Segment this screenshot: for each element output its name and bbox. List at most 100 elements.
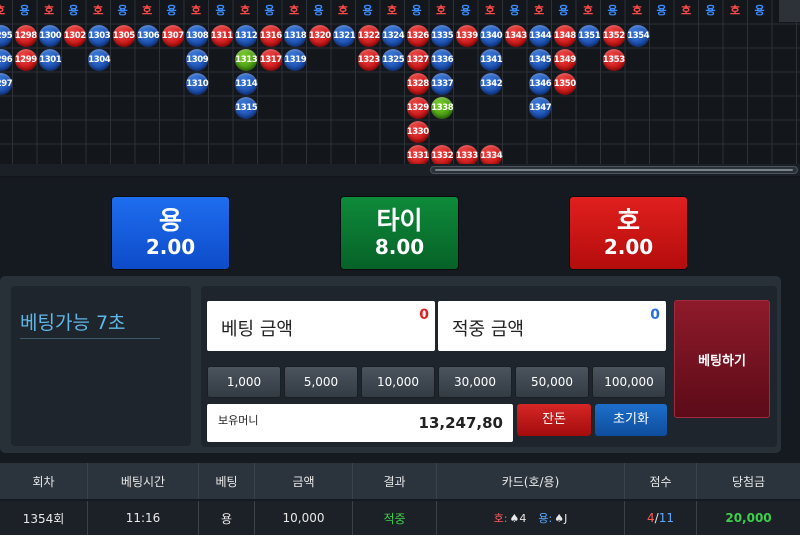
- balance-label: 보유머니: [218, 414, 259, 427]
- bet-tiger-odds: 2.00: [603, 235, 654, 259]
- change-button[interactable]: 잔돈: [517, 404, 591, 436]
- chip-50000-button[interactable]: 50,000: [515, 366, 589, 398]
- road-header-6: 호: [141, 4, 153, 17]
- road-header-8: 호: [190, 4, 202, 17]
- bead-1320: 1320: [308, 25, 331, 47]
- bead-1316: 1316: [259, 25, 282, 47]
- chip-100000-button[interactable]: 100,000: [592, 366, 666, 398]
- card-dragon-label: 용:: [538, 512, 553, 525]
- road-header-31: 용: [754, 4, 765, 17]
- table-header: 회차 베팅시간 베팅 금액 결과 카드(호/용) 점수 당첨금: [0, 463, 800, 499]
- cell-result: 적중: [353, 501, 437, 535]
- bead-1329: 1329: [406, 97, 429, 119]
- chip-1000-button[interactable]: 1,000: [207, 366, 281, 398]
- cell-cards: 호: ♠4 용: ♠J: [437, 501, 625, 535]
- road-header-5: 용: [117, 4, 128, 17]
- chip-30000-button[interactable]: 30,000: [438, 366, 512, 398]
- cell-amount: 10,000: [255, 501, 353, 535]
- bet-dragon-name: 용: [158, 206, 182, 235]
- road-header-20: 호: [484, 4, 496, 17]
- cell-payout: 20,000: [725, 511, 772, 525]
- betting-panel: 베팅가능 7초 베팅 금액 0 적중 금액 0 베팅하기 1,000 5,000…: [0, 276, 781, 453]
- bet-dragon-odds: 2.00: [145, 235, 196, 259]
- road-header-18: 호: [435, 4, 447, 17]
- card-tiger-label: 호:: [493, 512, 508, 525]
- bead-1326: 1326: [406, 25, 429, 47]
- bead-1299: 1299: [14, 49, 37, 71]
- bead-1348: 1348: [553, 25, 576, 47]
- bead-1343: 1343: [504, 25, 527, 47]
- cell-round: 1354회: [0, 501, 88, 535]
- place-bet-button[interactable]: 베팅하기: [674, 300, 770, 418]
- road-header-15: 용: [362, 4, 373, 17]
- road-vertical-scrollbar[interactable]: [779, 0, 800, 22]
- bead-1349: 1349: [553, 49, 576, 71]
- table-row[interactable]: 1354회 11:16 용 10,000 적중 호: ♠4 용: ♠J 4 / …: [0, 501, 800, 535]
- header-result: 결과: [353, 463, 437, 499]
- bet-amount-value: 0: [419, 307, 429, 323]
- header-round: 회차: [0, 463, 88, 499]
- bead-1305: 1305: [112, 25, 135, 47]
- road-header-24: 호: [582, 4, 594, 17]
- road-header-9: 용: [215, 4, 226, 17]
- bet-history-table: 회차 베팅시간 베팅 금액 결과 카드(호/용) 점수 당첨금 1354회 11…: [0, 463, 800, 535]
- header-score: 점수: [625, 463, 697, 499]
- betting-timer: 베팅가능 7초: [20, 312, 126, 334]
- bead-1328: 1328: [406, 73, 429, 95]
- chip-5000-button[interactable]: 5,000: [284, 366, 358, 398]
- cell-time: 11:16: [88, 501, 199, 535]
- bead-1307: 1307: [161, 25, 184, 47]
- header-cards: 카드(호/용): [437, 463, 625, 499]
- reset-button[interactable]: 초기화: [595, 404, 667, 436]
- road-header-13: 용: [313, 4, 324, 17]
- road-header-25: 용: [607, 4, 618, 17]
- header-amount: 금액: [255, 463, 353, 499]
- road-header-16: 호: [386, 4, 398, 17]
- score-tiger: 4: [647, 511, 655, 525]
- bet-tiger-button[interactable]: 호 2.00: [570, 197, 687, 269]
- cell-score: 4 / 11: [625, 501, 697, 535]
- bet-tie-odds: 8.00: [374, 235, 425, 259]
- road-header-1: 용: [19, 4, 30, 17]
- road-header-23: 용: [558, 4, 569, 17]
- balance-display: 보유머니 13,247,80: [207, 404, 513, 442]
- road-horizontal-scrollbar[interactable]: [0, 164, 800, 176]
- win-amount-field: 적중 금액 0: [438, 301, 666, 351]
- road-header-30: 호: [729, 4, 741, 17]
- bead-1327: 1327: [406, 49, 429, 71]
- timer-divider: [20, 338, 160, 339]
- road-header-22: 호: [533, 4, 545, 17]
- bet-amount-label: 베팅 금액: [221, 319, 293, 340]
- road-header-28: 호: [680, 4, 692, 17]
- timer-box: 베팅가능 7초: [11, 286, 191, 446]
- chip-10000-button[interactable]: 10,000: [361, 366, 435, 398]
- bead-1311: 1311: [210, 25, 233, 47]
- cell-bet: 용: [199, 501, 255, 535]
- bet-form: 베팅 금액 0 적중 금액 0 베팅하기 1,000 5,000 10,000 …: [201, 286, 777, 447]
- card-tiger-value: ♠4: [509, 511, 527, 525]
- bet-tie-button[interactable]: 타이 8.00: [341, 197, 458, 269]
- road-header-7: 용: [166, 4, 177, 17]
- bet-tie-name: 타이: [376, 206, 423, 235]
- road-header-17: 용: [411, 4, 422, 17]
- bead-1350: 1350: [553, 73, 576, 95]
- bet-amount-field[interactable]: 베팅 금액 0: [207, 301, 435, 351]
- road-header-21: 용: [509, 4, 520, 17]
- scroll-track[interactable]: [430, 166, 798, 174]
- bead-1352: 1352: [602, 25, 625, 47]
- card-dragon-value: ♠J: [554, 511, 568, 525]
- bead-1353: 1353: [602, 49, 625, 71]
- balance-value: 13,247,80: [418, 414, 503, 432]
- road-header-19: 용: [460, 4, 471, 17]
- road-header-10: 호: [239, 4, 251, 17]
- road-header-0: 호: [0, 1, 12, 21]
- bet-dragon-button[interactable]: 용 2.00: [112, 197, 229, 269]
- win-amount-value: 0: [650, 307, 660, 323]
- road-header-4: 호: [92, 4, 104, 17]
- road-header-2: 호: [43, 4, 55, 17]
- road-header-27: 용: [656, 4, 667, 17]
- scroll-thumb[interactable]: [435, 169, 793, 171]
- road-header-29: 용: [705, 4, 716, 17]
- bead-1317: 1317: [259, 49, 282, 71]
- score-dragon: 11: [658, 511, 674, 525]
